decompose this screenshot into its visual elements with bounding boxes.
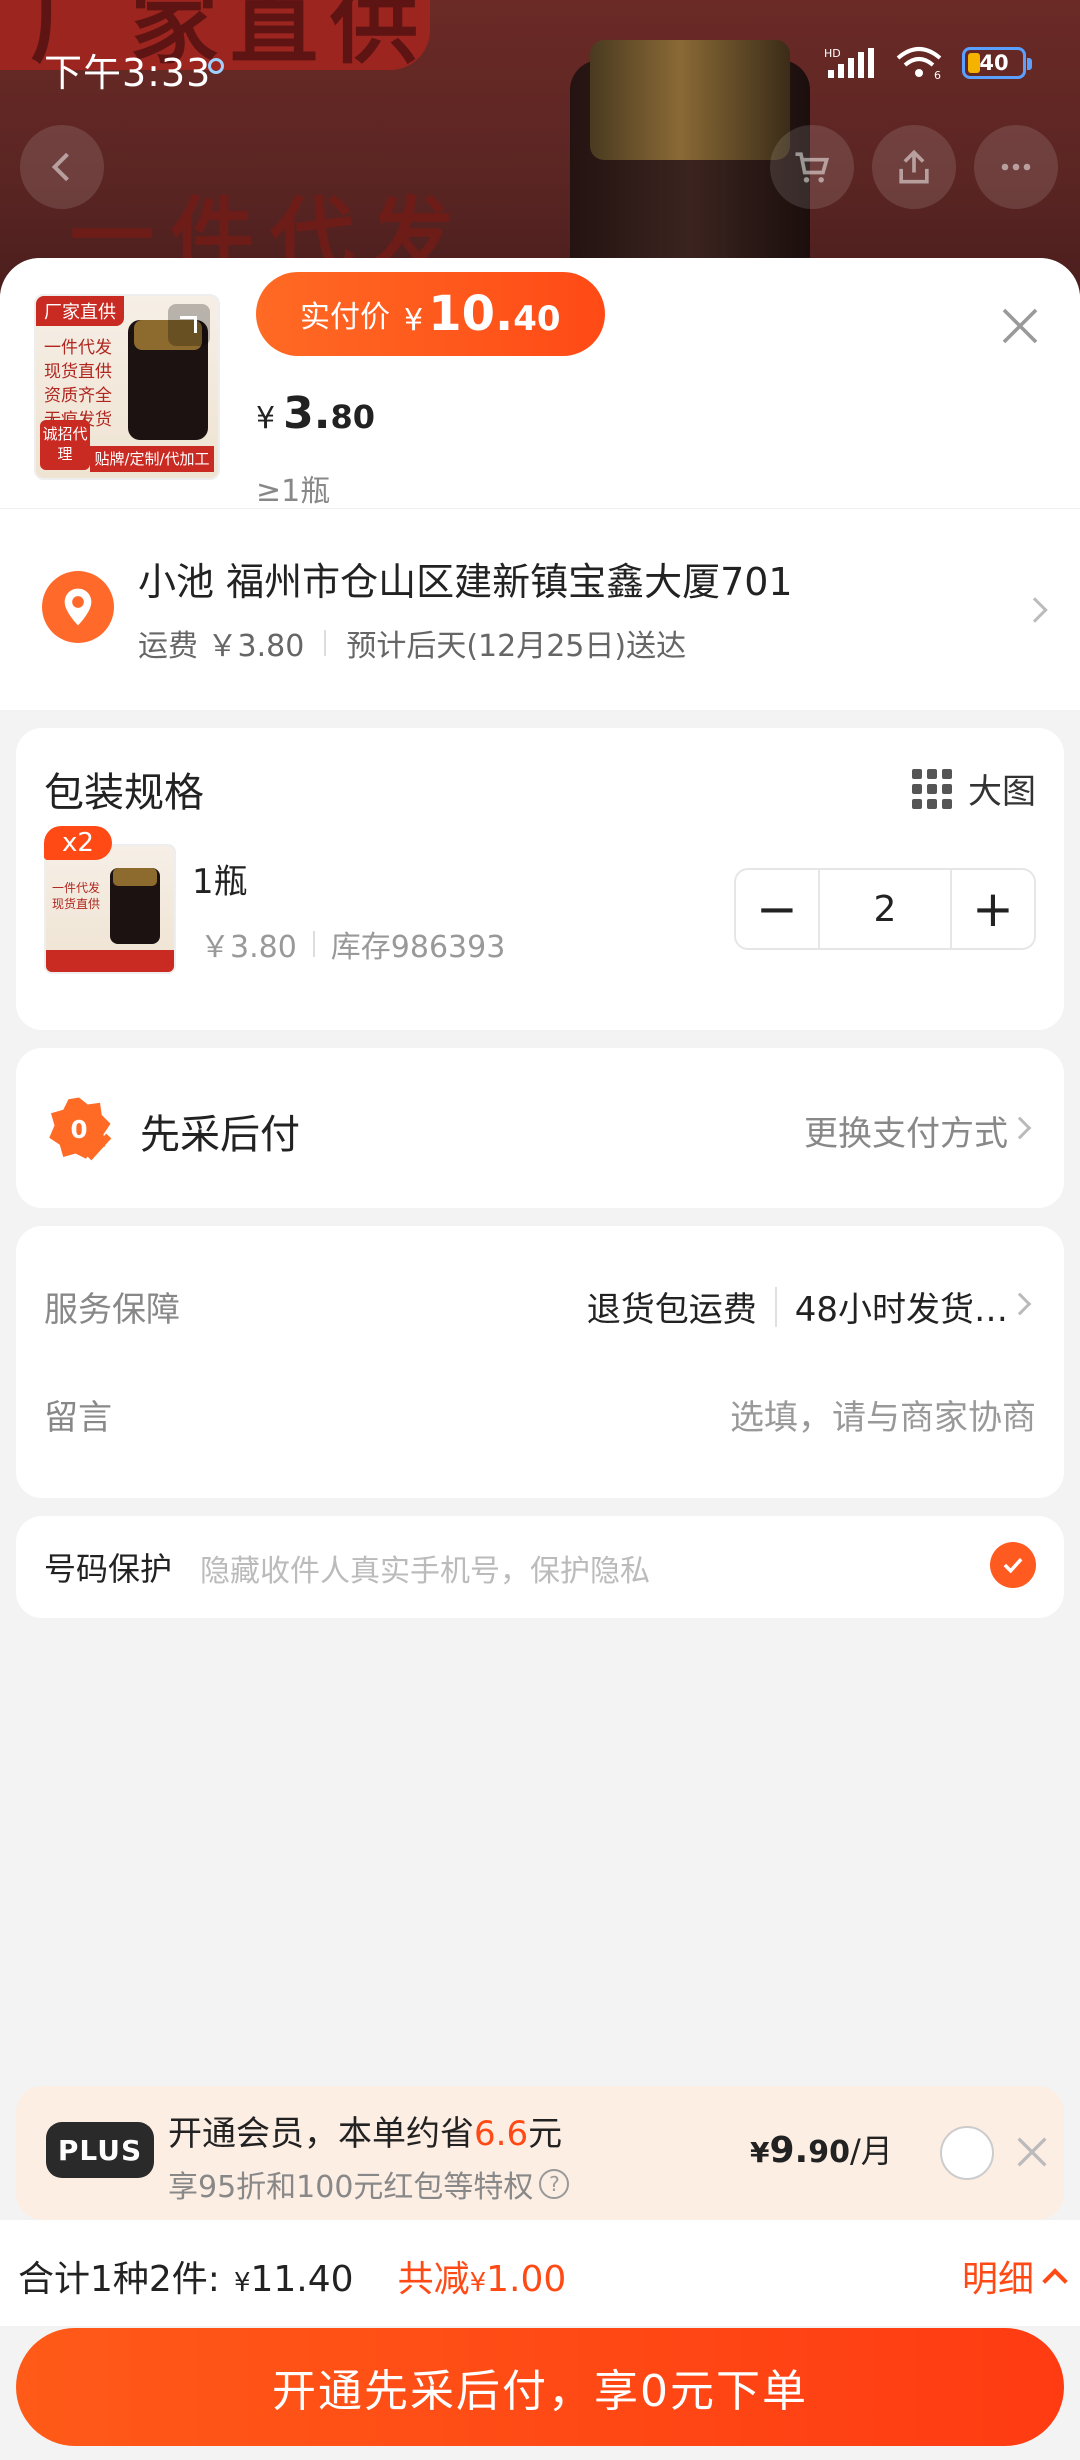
spec-details: ￥3.80 库存986393 xyxy=(200,922,505,966)
thumb-footer: 贴牌/定制/代加工 xyxy=(90,446,214,472)
big-view-label: 大图 xyxy=(968,772,1036,812)
message-input[interactable]: 选填，请与商家协商 xyxy=(730,1390,1036,1439)
svg-text:0: 0 xyxy=(70,1115,87,1144)
submit-order-button[interactable]: 开通先采后付，享0元下单 xyxy=(16,2328,1064,2446)
service-item-return: 退货包运费 xyxy=(586,1290,757,1330)
actual-price-value: ¥ 10.40 xyxy=(404,286,561,342)
battery-level: 40 xyxy=(979,51,1009,75)
status-bar: 下午3:33 HD 6 40 xyxy=(0,0,1080,130)
thumb-seal: 诚招代理 xyxy=(40,420,90,470)
privacy-desc: 隐藏收件人真实手机号，保护隐私 xyxy=(200,1554,650,1589)
delivery-eta: 预计后天(12月25日)送达 xyxy=(346,629,687,664)
actual-price-label: 实付价 xyxy=(300,300,390,335)
status-time: 下午3:33 xyxy=(44,51,212,95)
svg-text:HD: HD xyxy=(824,47,841,60)
help-icon[interactable]: ? xyxy=(539,2169,570,2199)
notification-dot-icon xyxy=(208,58,224,74)
cart-button[interactable] xyxy=(770,125,854,209)
battery-icon: 40 xyxy=(962,47,1032,79)
service-items[interactable]: 退货包运费 48小时发货… xyxy=(587,1282,1008,1331)
close-icon[interactable] xyxy=(996,302,1044,350)
privacy-checkbox[interactable] xyxy=(990,1542,1036,1588)
item-count: 合计1种2件: xyxy=(18,2259,220,2300)
decrease-button[interactable]: − xyxy=(736,870,818,948)
plus-price: ¥9.90/月 xyxy=(750,2130,893,2171)
close-icon[interactable] xyxy=(1012,2132,1052,2172)
plus-benefits: 享95折和100元红包等特权 ? xyxy=(168,2162,570,2206)
spec-card: 包装规格 大图 x2 一件代发 现货直供 1瓶 ￥3.80 库存986393 − … xyxy=(16,728,1064,1030)
payment-row[interactable]: 0 先采后付 更换支付方式 xyxy=(16,1048,1064,1208)
chevron-right-icon xyxy=(1008,1292,1032,1316)
change-payment-link[interactable]: 更换支付方式 xyxy=(804,1106,1008,1155)
payment-title: 先采后付 xyxy=(140,1112,300,1158)
quantity-stepper: − 2 + xyxy=(734,868,1036,950)
total-amount: ¥11.40 xyxy=(233,2259,354,2300)
detail-label: 明细 xyxy=(961,2259,1034,2300)
thumb-tag: 厂家直供 xyxy=(36,296,124,326)
service-card: 服务保障 退货包运费 48小时发货… 留言 选填，请与商家协商 xyxy=(16,1226,1064,1498)
big-view-toggle[interactable]: 大图 xyxy=(912,764,1036,813)
actual-price-pill: 实付价 ¥ 10.40 xyxy=(256,272,605,356)
address-text: 小池 福州市仓山区建新镇宝鑫大厦701 xyxy=(138,560,793,604)
spec-name: 1瓶 xyxy=(192,862,248,902)
wifi-icon: 6 xyxy=(896,47,942,80)
privacy-label: 号码保护 xyxy=(44,1550,173,1588)
message-label: 留言 xyxy=(44,1398,112,1438)
check-icon xyxy=(1003,1557,1023,1574)
plus-badge: PLUS xyxy=(46,2122,154,2178)
back-icon xyxy=(51,152,69,182)
share-icon xyxy=(899,149,929,184)
privacy-row: 号码保护 隐藏收件人真实手机号，保护隐私 xyxy=(16,1516,1064,1618)
address-row[interactable]: 小池 福州市仓山区建新镇宝鑫大厦701 运费 ￥3.80 预计后天(12月25日… xyxy=(0,508,1080,710)
service-item-shipping: 48小时发货… xyxy=(794,1290,1008,1330)
total-bar: 合计1种2件: ¥11.40 共减¥1.00 明细 xyxy=(0,2220,1080,2326)
spec-stock: 库存986393 xyxy=(330,930,506,965)
quantity-badge: x2 xyxy=(44,826,112,860)
grid-icon xyxy=(912,768,952,809)
unit-price: ¥3.80 xyxy=(256,388,375,439)
spec-price: ￥3.80 xyxy=(200,930,297,965)
chevron-right-icon xyxy=(1008,1116,1032,1140)
spec-image[interactable]: 一件代发 现货直供 xyxy=(44,844,176,974)
thumb-lines: 一件代发 现货直供 资质齐全 无痕发货 xyxy=(44,338,112,430)
plus-saving-text: 开通会员，本单约省6.6元 xyxy=(168,2114,563,2154)
signal-icon: HD xyxy=(824,47,874,78)
expand-icon[interactable] xyxy=(168,304,210,346)
shipping-fee: 运费 ￥3.80 xyxy=(138,629,305,664)
detail-toggle[interactable]: 明细 xyxy=(961,2250,1068,2302)
cart-icon xyxy=(795,152,830,183)
pay-later-icon: 0 xyxy=(49,1097,112,1161)
more-button[interactable] xyxy=(974,125,1058,209)
min-quantity: ≥1瓶 xyxy=(256,474,331,509)
plus-membership-banner[interactable]: PLUS 开通会员，本单约省6.6元 享95折和100元红包等特权 ? ¥9.9… xyxy=(16,2086,1064,2220)
chevron-right-icon xyxy=(1022,597,1048,623)
product-thumbnail[interactable]: 厂家直供 一件代发 现货直供 资质齐全 无痕发货 诚招代理 贴牌/定制/代加工 xyxy=(34,294,220,480)
total-summary: 合计1种2件: ¥11.40 共减¥1.00 xyxy=(18,2250,566,2302)
spec-title: 包装规格 xyxy=(44,770,204,816)
increase-button[interactable]: + xyxy=(952,870,1034,948)
shipping-info: 运费 ￥3.80 预计后天(12月25日)送达 xyxy=(138,621,686,665)
quantity-input[interactable]: 2 xyxy=(818,870,952,948)
svg-text:6: 6 xyxy=(934,69,941,80)
location-pin-icon xyxy=(42,571,114,643)
service-label: 服务保障 xyxy=(44,1290,180,1330)
product-header: 厂家直供 一件代发 现货直供 资质齐全 无痕发货 诚招代理 贴牌/定制/代加工 … xyxy=(0,258,1080,509)
share-button[interactable] xyxy=(872,125,956,209)
plus-select-radio[interactable] xyxy=(940,2126,994,2180)
back-button[interactable] xyxy=(20,125,104,209)
more-icon xyxy=(1001,163,1031,171)
status-icons: HD 6 40 xyxy=(824,46,1032,80)
chevron-up-icon xyxy=(1042,2268,1068,2294)
discount-amount: 共减¥1.00 xyxy=(397,2259,567,2300)
